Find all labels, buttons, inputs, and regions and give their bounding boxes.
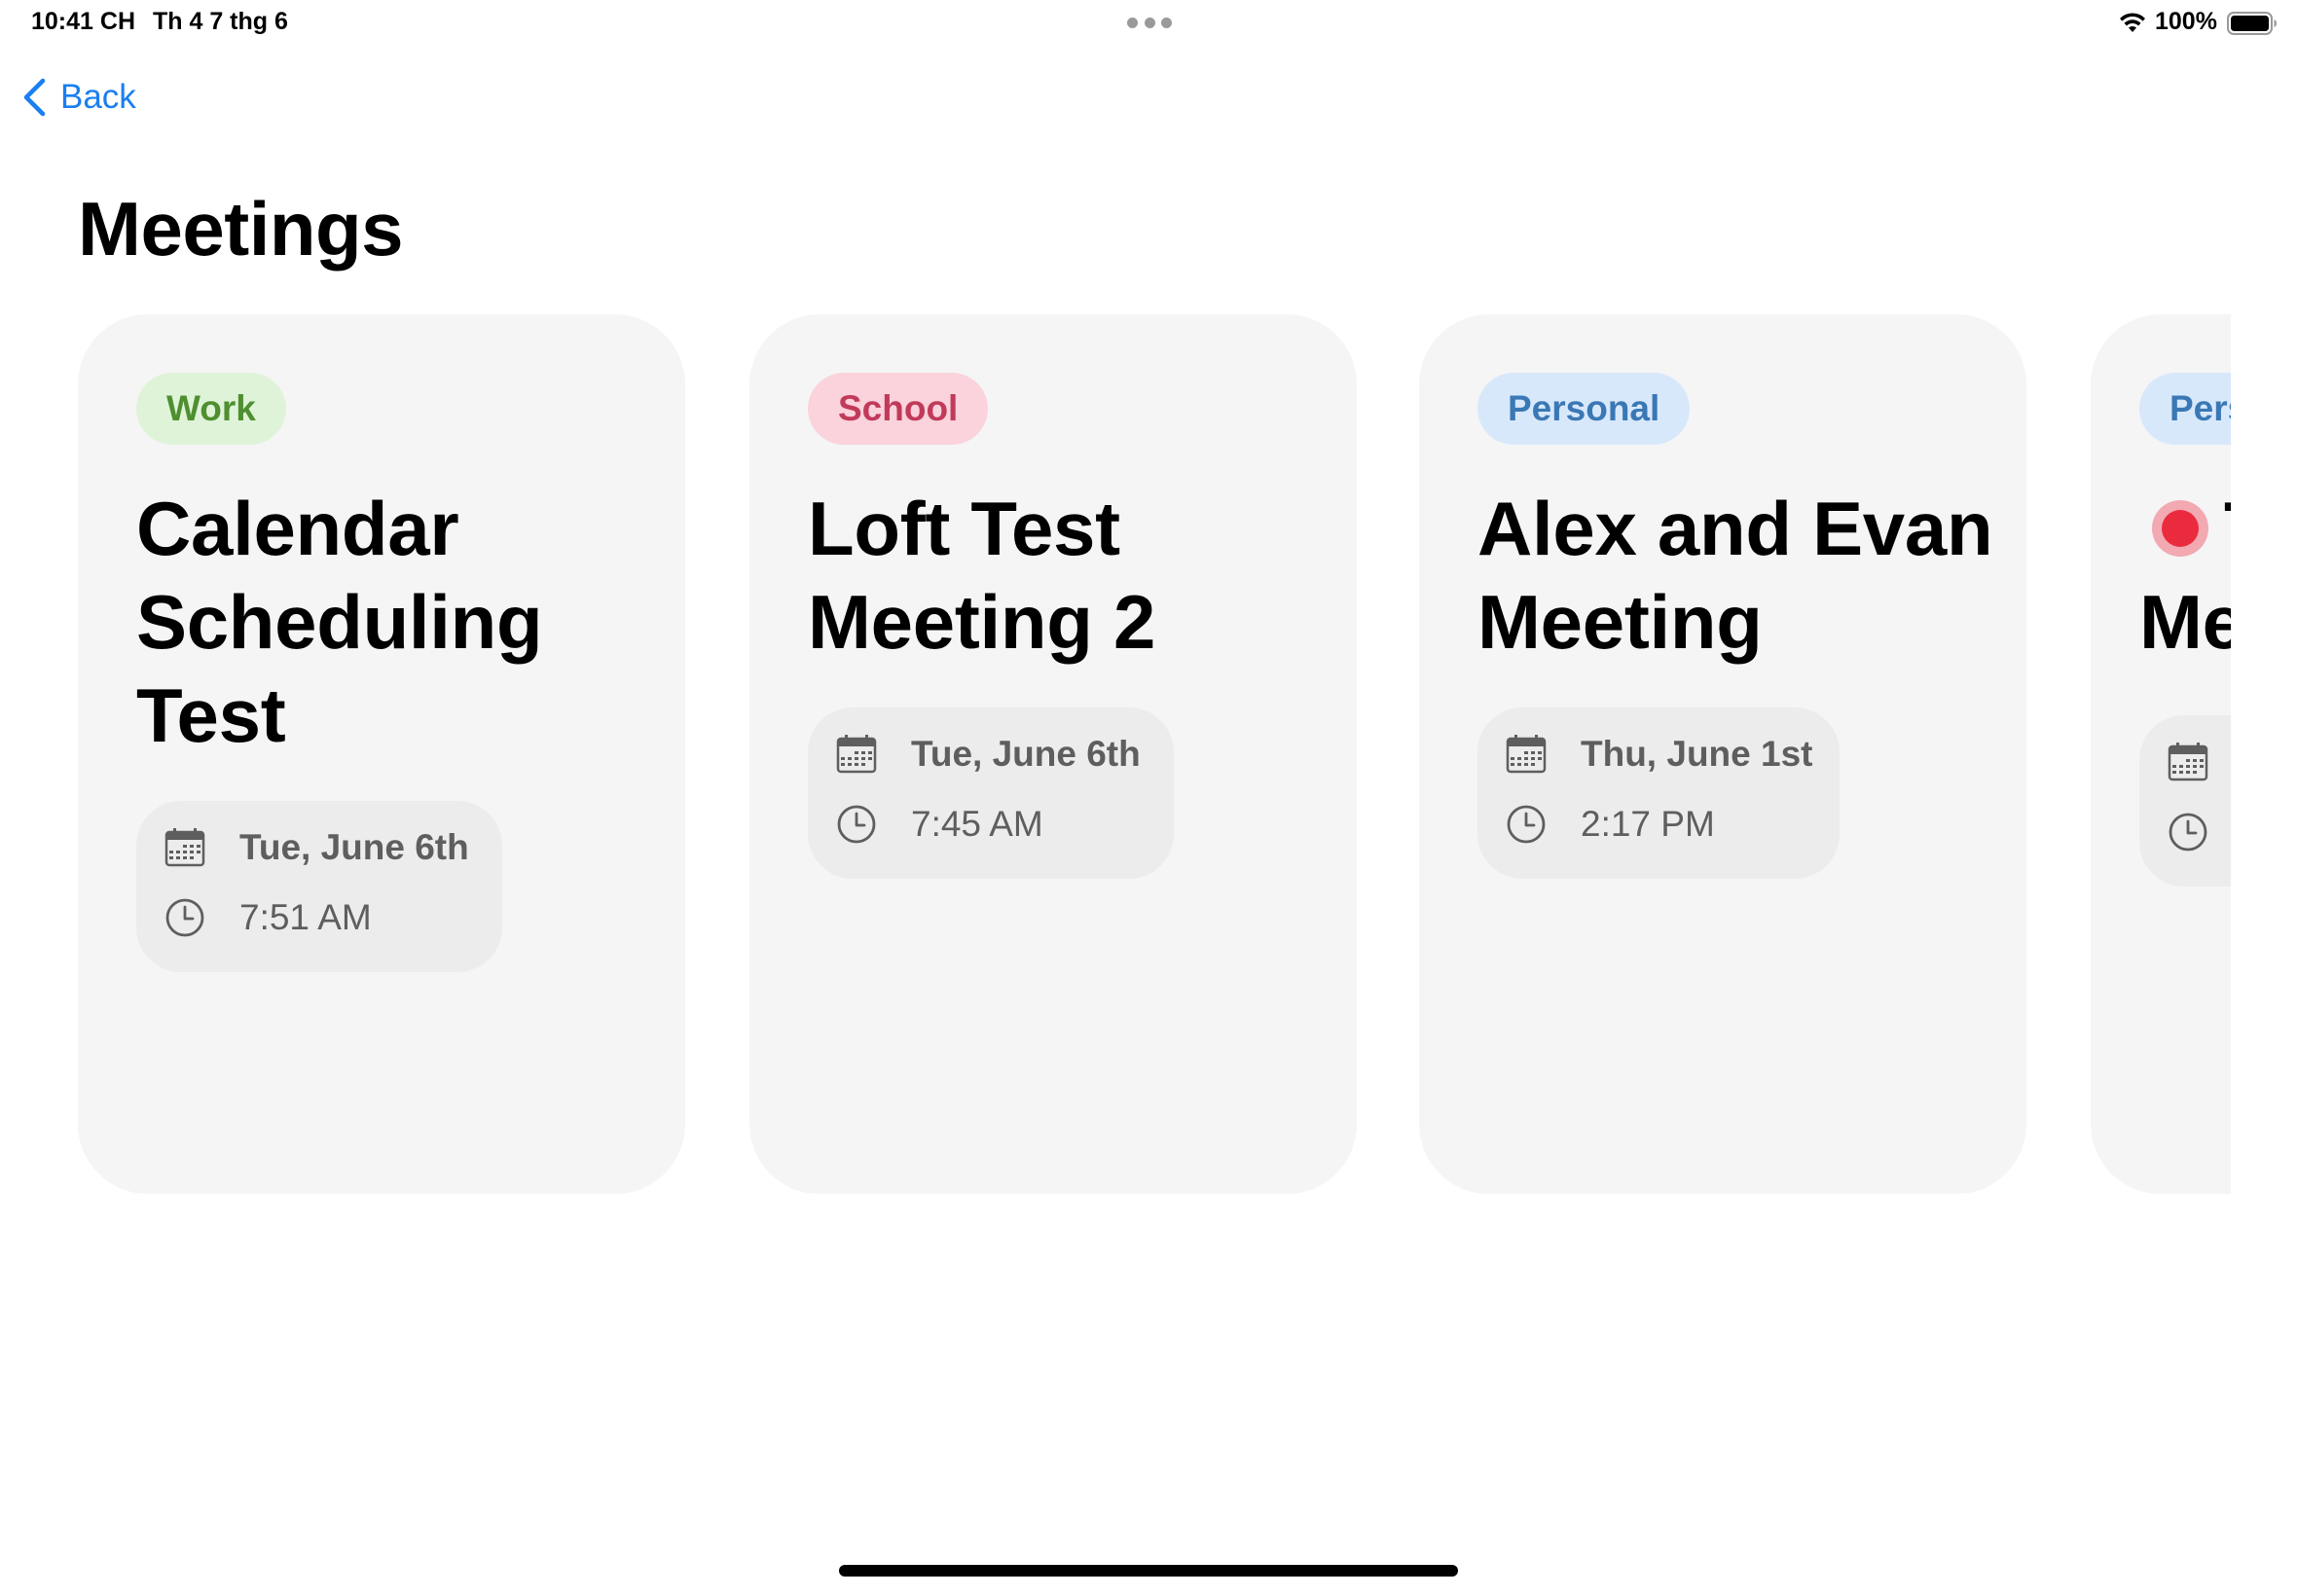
time-row: 2:17 PM bbox=[1505, 803, 1715, 846]
meeting-title: Calendar Scheduling Test bbox=[136, 486, 543, 758]
meeting-card[interactable]: School Loft Test Meeting 2 Tue, June 6th bbox=[749, 314, 1357, 1194]
meeting-info: Tue, June 6th 7:51 AM bbox=[136, 801, 502, 972]
meetings-carousel[interactable]: Work Calendar Scheduling Test Tue, June … bbox=[0, 314, 2231, 1198]
date-row: Tue, June 6th bbox=[164, 826, 469, 869]
calendar-icon bbox=[2168, 743, 2208, 781]
time-row: 7:51 AM bbox=[164, 896, 372, 939]
category-tag: Personal bbox=[1477, 373, 1691, 445]
meeting-info: Tue, June 6th 7:45 AM bbox=[808, 707, 1174, 879]
page-title: Meetings bbox=[78, 186, 404, 272]
meeting-info: Thu, June 1st 2:17 PM bbox=[1477, 707, 1840, 879]
calendar-icon bbox=[1506, 735, 1547, 774]
meeting-title-line: Me bbox=[2139, 579, 2231, 665]
home-indicator[interactable] bbox=[839, 1565, 1458, 1577]
category-tag: Work bbox=[136, 373, 286, 445]
clock-icon bbox=[2169, 813, 2207, 852]
meeting-time: 2:17 PM bbox=[1581, 804, 1715, 844]
meeting-info bbox=[2139, 715, 2231, 887]
status-date: Th 4 7 thg 6 bbox=[153, 8, 288, 35]
live-indicator-icon bbox=[2152, 500, 2208, 557]
date-row bbox=[2167, 741, 2231, 783]
meeting-date: Tue, June 6th bbox=[239, 827, 469, 867]
back-button[interactable]: Back bbox=[21, 72, 136, 123]
clock-icon bbox=[837, 805, 876, 844]
battery-percentage: 100% bbox=[2155, 8, 2217, 35]
meeting-title-line: T bbox=[2224, 482, 2231, 575]
meeting-card[interactable]: Pers T Me bbox=[2091, 314, 2231, 1194]
back-label: Back bbox=[60, 78, 136, 116]
meeting-card[interactable]: Work Calendar Scheduling Test Tue, June … bbox=[78, 314, 685, 1194]
category-tag: School bbox=[808, 373, 989, 445]
date-row: Tue, June 6th bbox=[835, 733, 1141, 776]
clock-icon bbox=[1507, 805, 1546, 844]
meeting-title: Alex and Evan Meeting bbox=[1477, 486, 1993, 665]
time-row: 7:45 AM bbox=[835, 803, 1043, 846]
calendar-icon bbox=[164, 828, 205, 867]
meeting-date: Thu, June 1st bbox=[1581, 734, 1813, 774]
multitasking-menu-icon[interactable] bbox=[1127, 18, 1172, 29]
calendar-icon bbox=[836, 735, 877, 774]
wifi-icon bbox=[2120, 13, 2145, 32]
meeting-title: Loft Test Meeting 2 bbox=[808, 486, 1156, 665]
clock-icon bbox=[165, 898, 204, 937]
meeting-date: Tue, June 6th bbox=[911, 734, 1141, 774]
battery-icon bbox=[2227, 12, 2277, 35]
category-tag: Pers bbox=[2139, 373, 2231, 445]
meeting-card[interactable]: Personal Alex and Evan Meeting Thu, June… bbox=[1419, 314, 2026, 1194]
status-time: 10:41 CH bbox=[31, 8, 135, 35]
date-row: Thu, June 1st bbox=[1505, 733, 1812, 776]
meeting-time: 7:51 AM bbox=[239, 897, 372, 937]
time-row bbox=[2167, 811, 2231, 853]
meeting-time: 7:45 AM bbox=[911, 804, 1043, 844]
status-bar: 10:41 CH Th 4 7 thg 6 100% bbox=[0, 0, 2297, 47]
chevron-left-icon bbox=[23, 78, 46, 117]
